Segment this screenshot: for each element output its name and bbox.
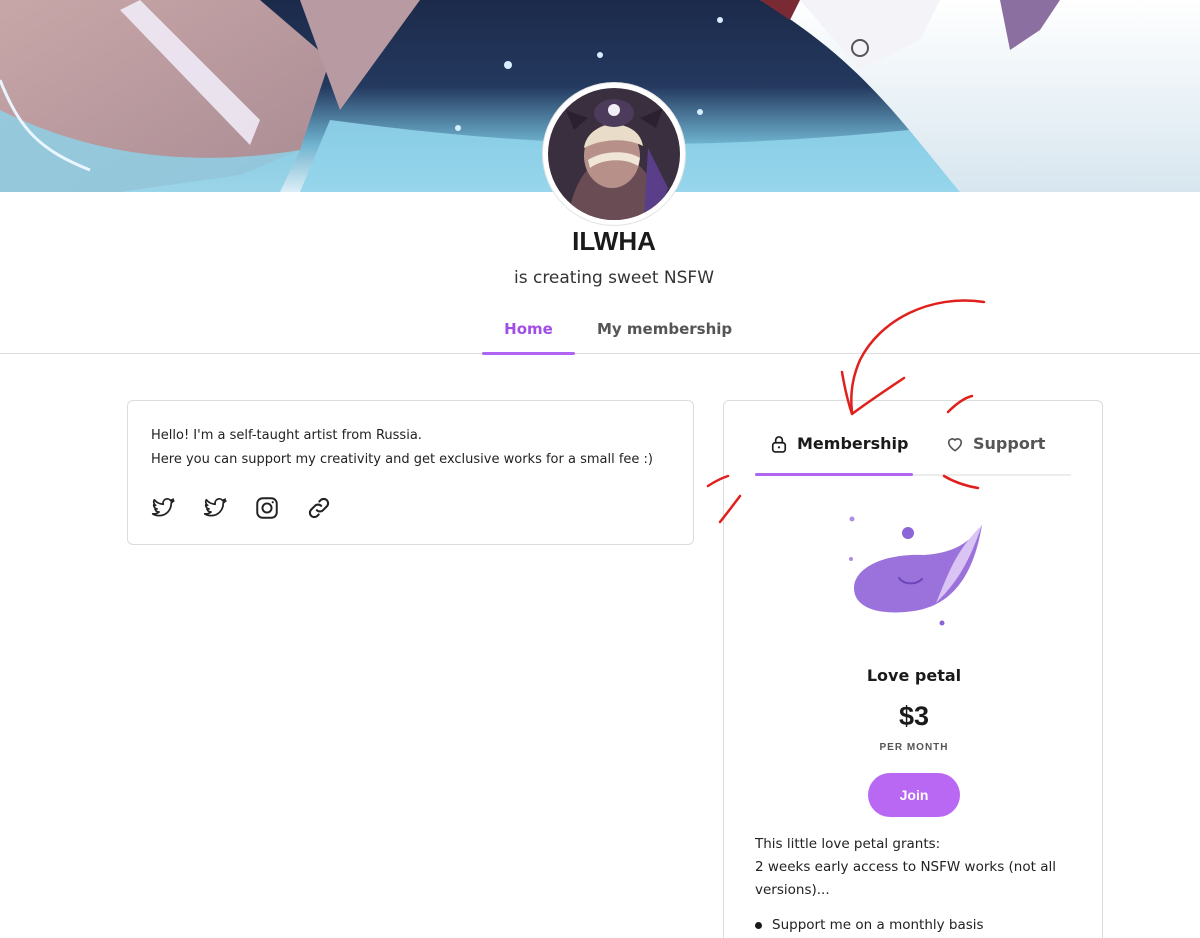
- tab-home[interactable]: Home: [482, 320, 575, 355]
- tab-membership-label: Membership: [797, 434, 909, 453]
- twitter-icon[interactable]: [150, 495, 176, 521]
- link-icon[interactable]: [306, 495, 332, 521]
- love-petal-illustration: [849, 516, 982, 626]
- benefit-text: Support me on a monthly basis: [772, 917, 984, 933]
- bullet-icon: [755, 921, 762, 929]
- about-text-line: Hello! I'm a self-taught artist from Rus…: [151, 428, 422, 443]
- creator-avatar[interactable]: [543, 83, 685, 225]
- tab-membership[interactable]: Membership: [769, 434, 909, 474]
- creator-tagline: is creating sweet NSFW: [513, 268, 715, 288]
- tab-support[interactable]: Support: [945, 434, 1045, 474]
- membership-card: Membership Support Love petal $3 PER MON…: [723, 400, 1103, 938]
- tier-name: Love petal: [866, 666, 962, 685]
- active-tab-indicator: [755, 473, 913, 476]
- tab-support-label: Support: [973, 434, 1046, 453]
- creator-name: ILWHA: [572, 226, 656, 256]
- profile-tabs: Home My membership: [0, 316, 1200, 355]
- tier-description-line: This little love petal grants:: [755, 836, 941, 852]
- avatar-image: [548, 88, 680, 220]
- instagram-icon[interactable]: [254, 495, 280, 521]
- lock-icon: [769, 434, 789, 458]
- heart-icon: [945, 434, 965, 458]
- tier-period: PER MONTH: [879, 742, 949, 753]
- about-text-line: Here you can support my creativity and g…: [151, 452, 654, 467]
- tab-my-membership[interactable]: My membership: [597, 320, 732, 338]
- twitter-icon[interactable]: [202, 495, 228, 521]
- join-button[interactable]: Join: [868, 773, 960, 817]
- tier-price: $3: [898, 701, 930, 731]
- benefit-list-item: Support me on a monthly basis: [755, 917, 984, 933]
- tier-description-line: 2 weeks early access to NSFW works (not …: [755, 859, 1056, 898]
- membership-panel-tabs: Membership Support: [755, 424, 1071, 476]
- about-card: Hello! I'm a self-taught artist from Rus…: [127, 400, 694, 545]
